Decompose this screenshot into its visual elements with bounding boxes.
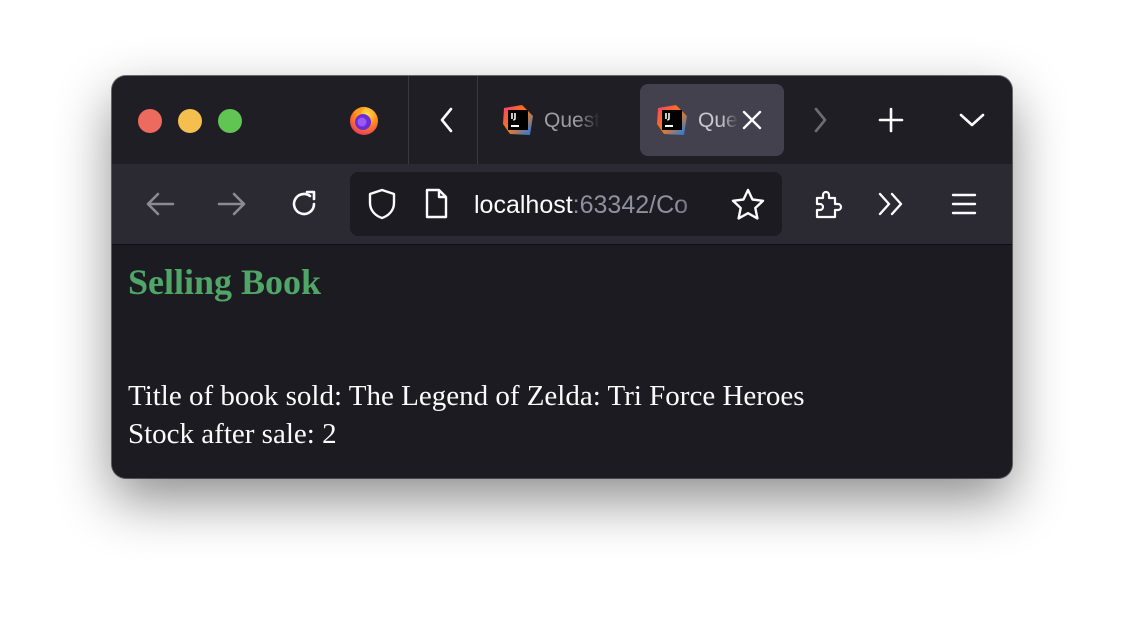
intellij-icon: IJ [656, 104, 688, 136]
close-window-button[interactable] [138, 109, 162, 133]
chevron-left-icon [437, 106, 457, 134]
svg-text:IJ: IJ [511, 112, 517, 121]
extensions-button[interactable] [810, 186, 846, 222]
site-information-button[interactable] [418, 186, 454, 222]
chevron-down-icon [958, 110, 986, 130]
reload-button[interactable] [286, 186, 322, 222]
tracking-protection-button[interactable] [364, 186, 400, 222]
book-title-line: Title of book sold: The Legend of Zelda:… [128, 380, 805, 412]
scroll-tabs-right-button[interactable] [802, 102, 838, 138]
reload-icon [288, 188, 320, 220]
more-tools-button[interactable] [873, 186, 909, 222]
tab-label: Questi [544, 109, 600, 132]
page-content: Selling Book Title of book sold: The Leg… [112, 245, 1012, 478]
arrow-right-icon [216, 190, 248, 218]
address-bar[interactable]: localhost:63342/Co [350, 172, 782, 236]
tab-questions-1[interactable]: IJ Questi [486, 84, 634, 156]
url-host: localhost [474, 191, 573, 219]
star-icon [731, 188, 765, 220]
tab-label: Que [698, 109, 738, 132]
intellij-icon: IJ [502, 104, 534, 136]
arrow-left-icon [144, 190, 176, 218]
back-button[interactable] [142, 186, 178, 222]
application-menu-button[interactable] [946, 186, 982, 222]
list-all-tabs-button[interactable] [954, 102, 990, 138]
url-text[interactable]: localhost:63342/Co [474, 190, 720, 220]
tab-strip-divider [408, 76, 409, 164]
shield-icon [367, 188, 397, 220]
navigation-toolbar: localhost:63342/Co [112, 164, 1012, 245]
browser-window: IJ Questi IJ Que localhost:63342/Co Sell… [112, 76, 1012, 478]
tab-strip: IJ Questi IJ Que [112, 76, 1012, 164]
maximize-window-button[interactable] [218, 109, 242, 133]
bookmark-star-button[interactable] [730, 186, 766, 222]
firefox-icon[interactable] [348, 104, 380, 136]
forward-button[interactable] [214, 186, 250, 222]
url-path: :63342/Co [572, 191, 689, 219]
stock-line: Stock after sale: 2 [128, 418, 337, 450]
page-icon [423, 188, 449, 220]
hamburger-menu-icon [950, 192, 978, 216]
plus-icon [877, 106, 905, 134]
svg-text:IJ: IJ [665, 112, 671, 121]
chevron-right-icon [810, 106, 830, 134]
tab-questions-2-active[interactable]: IJ Que [640, 84, 784, 156]
scroll-tabs-left-button[interactable] [429, 102, 465, 138]
minimize-window-button[interactable] [178, 109, 202, 133]
double-chevron-right-icon [875, 190, 907, 218]
page-title: Selling Book [128, 262, 322, 302]
tab-strip-divider [477, 76, 478, 164]
new-tab-button[interactable] [873, 102, 909, 138]
puzzle-piece-icon [812, 188, 844, 220]
close-tab-icon[interactable] [738, 106, 766, 134]
